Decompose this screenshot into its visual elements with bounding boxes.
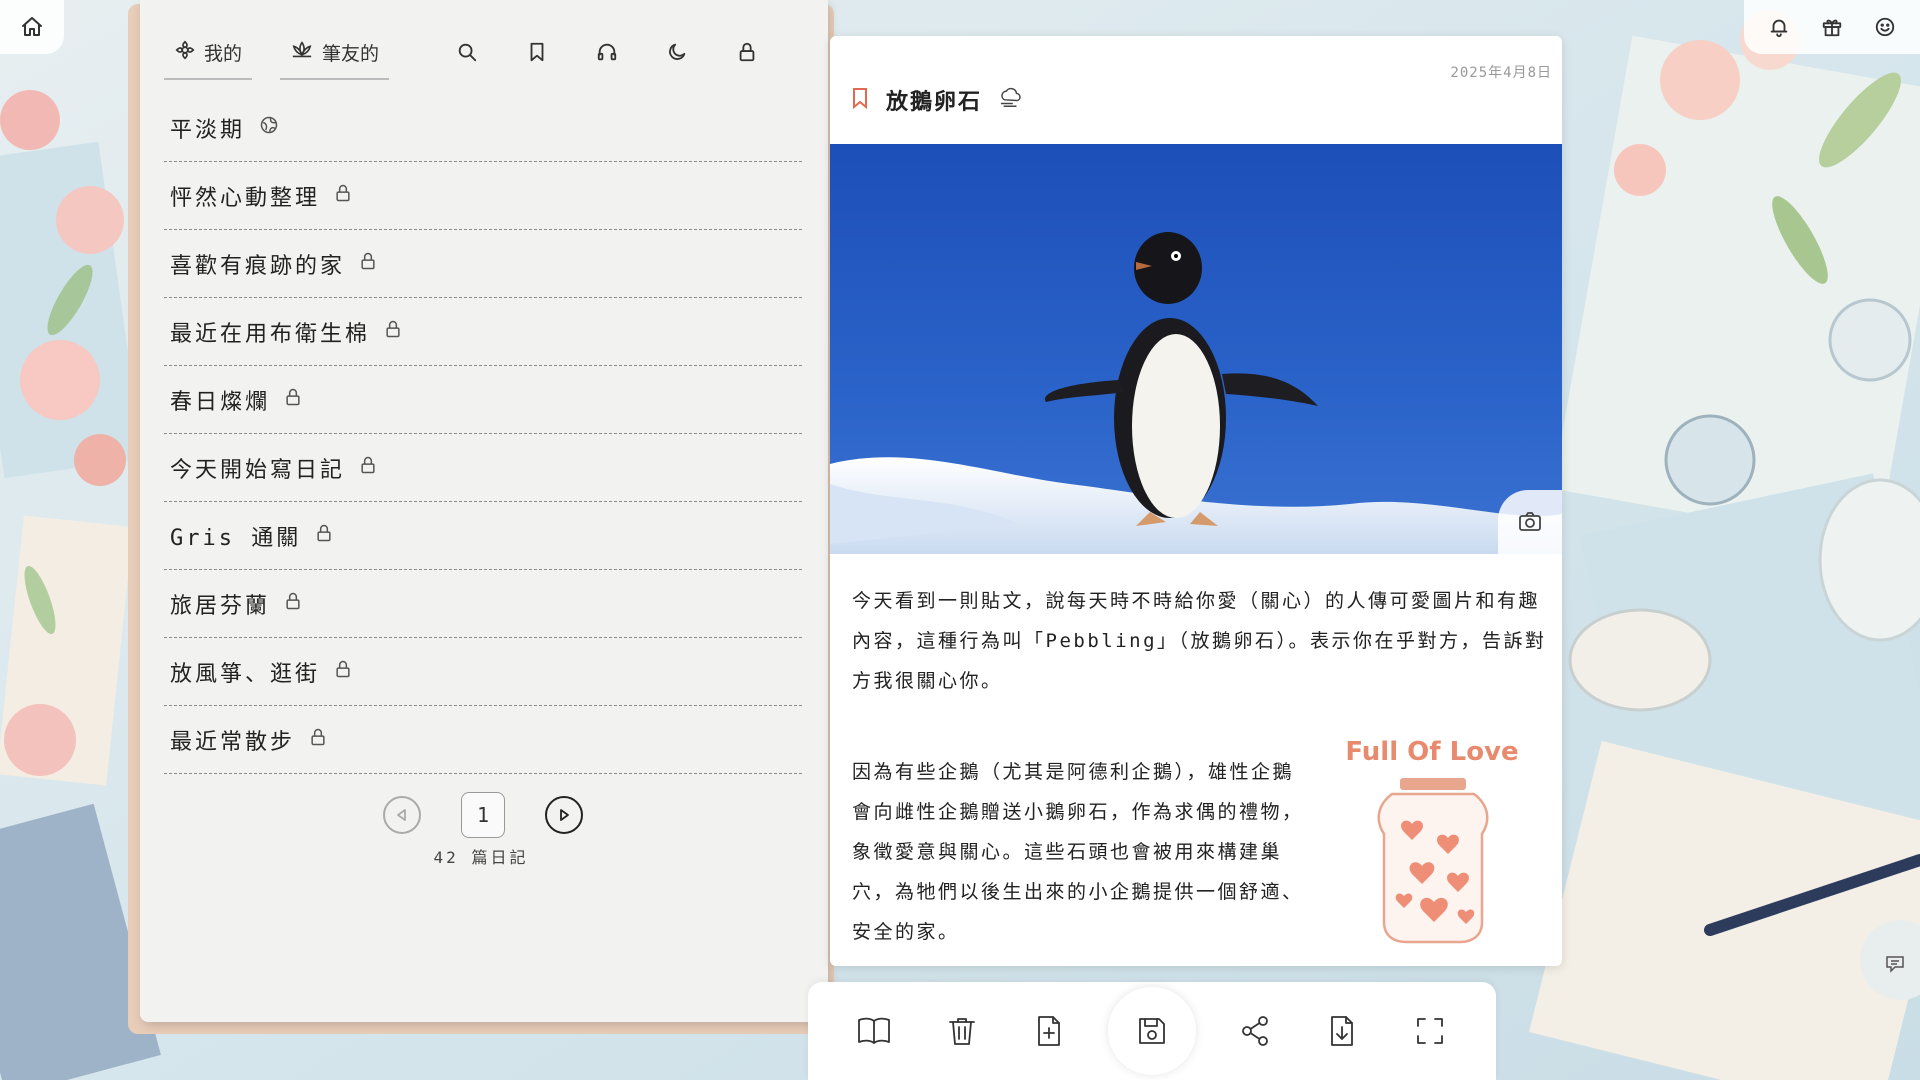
entry-title: 平淡期 [170,117,246,143]
list-item[interactable]: 最近常散步 [164,706,802,774]
feedback-button[interactable] [1882,952,1908,976]
music-button[interactable] [587,34,627,74]
next-page-button[interactable] [545,796,583,834]
diary-title: 放鵝卵石 [886,90,983,115]
fullscreen-icon [1417,1018,1443,1044]
list-item[interactable]: Gris 通關 [164,502,802,570]
save-icon [1139,1018,1165,1044]
pagination: 1 [164,792,802,838]
entry-title: 最近在用布衛生棉 [170,321,371,347]
list-item[interactable]: 最近在用布衛生棉 [164,298,802,366]
prev-page-button[interactable] [383,796,421,834]
lock-icon [309,727,327,753]
full-of-love-sticker: Full Of Love [1322,726,1542,966]
entry-count: 42 篇日記 [164,844,802,868]
lock-icon [284,591,302,617]
export-button[interactable] [1313,1002,1371,1060]
list-item[interactable]: 平淡期 [164,94,802,162]
diary-date: 2025年4月8日 [1450,65,1552,81]
home-icon[interactable] [20,15,44,39]
entry-title: 今天開始寫日記 [170,457,346,483]
trash-icon [948,1018,975,1045]
chat-icon [1886,956,1904,973]
penguin-photo [830,144,1562,554]
lock-icon [284,387,302,413]
play-left-icon [397,809,406,821]
top-right-toolbar [1744,0,1920,54]
lock-icon [384,319,402,345]
lock-button[interactable] [727,34,767,74]
tab-friends[interactable]: 筆友的 [280,29,390,80]
entry-count-label: 篇日記 [471,848,529,867]
headphones-icon [596,41,618,67]
save-button[interactable] [1107,987,1196,1075]
lock-icon [315,523,333,549]
home-corner [0,0,64,54]
bookmark-filter-button[interactable] [517,34,557,74]
sticker-text: Full Of Love [1345,737,1518,767]
diary-paragraph-1: 今天看到一則貼文，說每天時不時給你愛（關心）的人傳可愛圖片和有趣內容，這種行為叫… [852,590,1547,692]
file-download-icon [1331,1016,1354,1046]
entry-list: 平淡期 怦然心動整理 喜歡有痕跡的家 最近在用布衛生棉 春日燦爛 今天開始寫日記… [164,94,802,774]
gift-icon[interactable] [1821,16,1843,38]
cloud-wind-icon [998,87,1024,113]
bookmark-icon [853,88,867,110]
search-button[interactable] [447,34,487,74]
dark-mode-button[interactable] [657,34,697,74]
lock-icon [334,183,352,209]
current-page-indicator[interactable]: 1 [461,792,505,838]
moon-icon [666,41,688,67]
diary-paragraph-2: 因為有些企鵝（尤其是阿德利企鵝），雄性企鵝會向雌性企鵝贈送小鵝卵石，作為求偶的禮… [852,761,1304,943]
list-item[interactable]: 放風箏、逛街 [164,638,802,706]
search-icon [456,41,478,67]
book-icon [857,1017,890,1044]
entry-title: 喜歡有痕跡的家 [170,253,346,279]
globe-icon [259,115,279,141]
bell-icon[interactable] [1768,16,1790,38]
list-item[interactable]: 旅居芬蘭 [164,570,802,638]
tab-mine[interactable]: 我的 [164,29,253,80]
new-entry-button[interactable] [1020,1002,1078,1060]
change-photo-button[interactable] [1498,490,1562,554]
tab-mine-label: 我的 [204,42,243,65]
lock-icon [737,41,757,67]
panel-tabs: 我的 筆友的 [164,14,802,94]
camera-icon [1519,512,1541,531]
share-button[interactable] [1226,1002,1284,1060]
entry-list-panel: 我的 筆友的 平淡期 怦然心動整理 喜歡有痕跡的家 最近在用布衛生棉 春日燦爛 … [140,0,828,1022]
lock-icon [359,251,377,277]
entry-title: 最近常散步 [170,729,296,755]
flower-icon [174,39,196,66]
diary-panel: 2025年4月8日 放鵝卵石 今天看到一則貼文，說每天時不時給你愛（關心）的人傳… [830,36,1562,966]
read-mode-button[interactable] [845,1002,903,1060]
entry-title: Gris 通關 [170,525,302,551]
entry-count-number: 42 [433,848,459,867]
bookmark-toggle[interactable] [850,86,870,114]
bookmark-icon [527,41,547,67]
tab-friends-label: 筆友的 [322,42,380,65]
entry-title: 旅居芬蘭 [170,593,271,619]
list-item[interactable]: 怦然心動整理 [164,162,802,230]
delete-button[interactable] [933,1002,991,1060]
entry-title: 怦然心動整理 [170,185,321,211]
list-item[interactable]: 喜歡有痕跡的家 [164,230,802,298]
entry-title: 放風箏、逛街 [170,661,321,687]
share-icon [1241,1016,1268,1046]
diary-header: 放鵝卵石 [850,84,1024,116]
file-plus-icon [1038,1016,1061,1046]
lock-icon [359,455,377,481]
play-right-icon [560,809,569,821]
fullscreen-button[interactable] [1401,1002,1459,1060]
list-item[interactable]: 春日燦爛 [164,366,802,434]
lock-icon [334,659,352,685]
list-item[interactable]: 今天開始寫日記 [164,434,802,502]
bottom-toolbar [808,982,1496,1080]
smiley-icon[interactable] [1874,16,1896,38]
entry-title: 春日燦爛 [170,389,271,415]
lotus-icon [290,39,314,66]
